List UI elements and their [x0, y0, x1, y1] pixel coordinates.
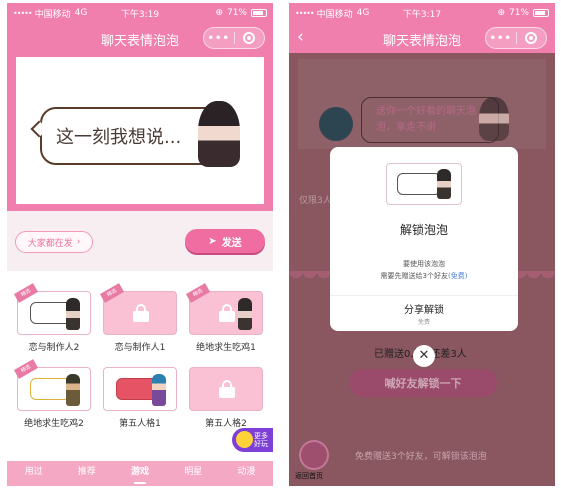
browse-popular-label: 大家都在发 — [27, 238, 73, 249]
unlock-dialog: 解锁泡泡 要使用该泡泡 需要先赠送给3个好友(免费) 分享解锁 免费 — [330, 147, 518, 331]
lock-icon — [133, 304, 149, 322]
preview-bubble-line2: 泡，拿走不谢 — [376, 122, 436, 133]
signal-icon: ••••• — [13, 8, 33, 18]
nav-bar: 聊天表情泡泡 ••• — [7, 23, 273, 53]
network-label: 4G — [356, 8, 370, 18]
bubble-thumbnail — [386, 163, 462, 205]
bubble-preview-area: 这一刻我想说... — [7, 53, 273, 218]
send-icon: ➤ — [208, 235, 217, 247]
carrier-label: 中国移动 — [34, 9, 71, 20]
bubble-item-5[interactable]: 第五人格1 — [101, 367, 179, 429]
preview-card: 这一刻我想说... — [16, 57, 264, 205]
featured-tag: 精选 — [185, 283, 211, 303]
bubble-home-screen: ••••• 中国移动 4G 下午3:19 ⊕ 71% 聊天表情泡泡 ••• 这一… — [7, 3, 273, 486]
lock-icon — [219, 380, 235, 398]
featured-tag: 精选 — [99, 283, 125, 303]
character-figure — [152, 374, 166, 406]
more-fun-line2: 好玩 — [254, 440, 268, 448]
close-miniprogram-icon[interactable] — [235, 32, 265, 44]
invite-friends-button[interactable]: 喊好友解锁一下 — [349, 369, 497, 397]
bubble-item-3[interactable]: 精选 绝地求生吃鸡1 — [185, 283, 265, 353]
tab-recommended[interactable]: 推荐 — [60, 461, 113, 486]
tab-games[interactable]: 游戏 — [113, 461, 166, 486]
smiley-icon — [236, 431, 253, 448]
home-icon[interactable] — [299, 440, 329, 470]
carrier-label: 中国移动 — [316, 9, 353, 20]
bubble-thumbnail: 精选 — [185, 283, 263, 335]
bubble-item-2[interactable]: 精选 恋与制作人1 — [99, 283, 179, 353]
bubble-item-label: 恋与制作人2 — [28, 343, 80, 353]
featured-tag: 精选 — [13, 283, 39, 303]
miniprogram-capsule: ••• — [485, 27, 547, 49]
dialog-requirement: 需要先赠送给3个好友(免费) — [330, 271, 518, 281]
signal-icon: ••••• — [295, 8, 315, 18]
share-free-label: 免费 — [417, 319, 430, 326]
requirement-text: 需要先赠送给3个好友 — [380, 272, 448, 280]
alarm-icon: ⊕ — [215, 8, 223, 18]
character-figure — [66, 374, 80, 406]
preview-bubble-line1: 送你一个好看的聊天泡 — [376, 106, 476, 117]
bubble-item-1[interactable]: 精选 恋与制作人2 — [13, 283, 93, 353]
free-hint: (免费) — [448, 272, 468, 280]
character-figure — [66, 298, 80, 330]
more-fun-line1: 更多 — [254, 432, 268, 440]
preview-bubble-text: 这一刻我想说... — [56, 127, 182, 148]
battery-icon — [533, 9, 549, 17]
status-bar: ••••• 中国移动 4G 下午3:17 ⊕ 71% — [289, 3, 555, 23]
character-figure — [437, 169, 451, 199]
action-row: 大家都在发 › ➤ 发送 — [7, 211, 273, 271]
battery-icon — [251, 9, 267, 17]
bubble-item-6[interactable]: 第五人格2 — [187, 367, 265, 429]
unlock-bubble-screen: ••••• 中国移动 4G 下午3:17 ⊕ 71% ‹ 聊天表情泡泡 ••• … — [289, 3, 555, 486]
tab-celebrities[interactable]: 明星 — [167, 461, 220, 486]
bubble-thumbnail: 精选 — [13, 359, 91, 411]
character-figure — [238, 298, 252, 330]
nav-bar: ‹ 聊天表情泡泡 ••• — [289, 23, 555, 53]
alarm-icon: ⊕ — [497, 8, 505, 18]
dialog-desc: 要使用该泡泡 — [403, 260, 445, 268]
browse-popular-button[interactable]: 大家都在发 › — [15, 231, 93, 253]
bubble-thumbnail — [189, 367, 263, 411]
more-menu-icon[interactable]: ••• — [486, 33, 516, 44]
bubble-thumbnail: 精选 — [99, 283, 177, 335]
network-label: 4G — [74, 8, 88, 18]
close-dialog-icon[interactable]: ✕ — [413, 345, 435, 367]
limit-text: 仅限3人 — [299, 196, 332, 206]
bubble-thumbnail — [103, 367, 177, 411]
more-fun-button[interactable]: 更多 好玩 — [232, 428, 273, 452]
category-tab-bar: 用过 推荐 游戏 明星 动漫 — [7, 461, 273, 486]
bubble-item-label: 第五人格1 — [119, 419, 161, 429]
battery-percent: 71% — [226, 8, 247, 18]
dialog-title: 解锁泡泡 — [399, 223, 448, 237]
featured-tag: 精选 — [13, 359, 39, 379]
bubble-item-4[interactable]: 精选 绝地求生吃鸡2 — [13, 359, 93, 429]
tab-used[interactable]: 用过 — [7, 461, 60, 486]
status-bar: ••••• 中国移动 4G 下午3:19 ⊕ 71% — [7, 3, 273, 23]
free-gift-note: 免费赠送3个好友，可解锁该泡泡 — [355, 452, 487, 462]
bubble-sample — [397, 173, 441, 195]
lock-icon — [219, 304, 235, 322]
battery-percent: 71% — [508, 8, 529, 18]
chevron-right-icon: › — [76, 237, 81, 247]
bubble-item-label: 恋与制作人1 — [114, 343, 166, 353]
bubble-thumbnail: 精选 — [13, 283, 91, 335]
character-illustration — [198, 101, 240, 167]
avatar — [319, 107, 353, 141]
tab-anime[interactable]: 动漫 — [220, 461, 273, 486]
bubble-item-label: 绝地求生吃鸡1 — [196, 343, 256, 353]
close-miniprogram-icon[interactable] — [517, 32, 547, 44]
return-home-label[interactable]: 返回首页 — [295, 471, 323, 481]
send-label: 发送 — [221, 237, 242, 249]
more-menu-icon[interactable]: ••• — [204, 33, 234, 44]
share-unlock-button[interactable]: 分享解锁 — [330, 301, 518, 316]
character-illustration — [479, 97, 509, 141]
send-button[interactable]: ➤ 发送 — [185, 229, 265, 253]
bubble-item-label: 绝地求生吃鸡2 — [24, 419, 84, 429]
miniprogram-capsule: ••• — [203, 27, 265, 49]
